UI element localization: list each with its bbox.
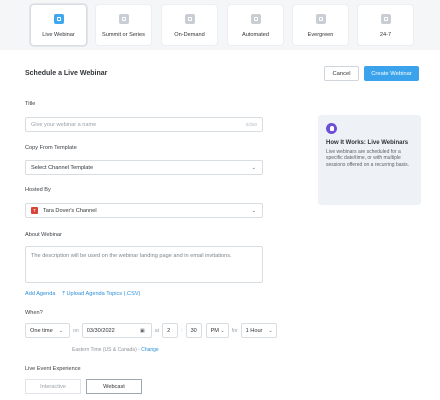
type-card-label: Evergreen (307, 32, 334, 38)
experience-label: Live Event Experience (25, 366, 81, 372)
calendar-icon: ▣ (140, 328, 145, 334)
recurrence-select[interactable]: One time ⌄ (25, 323, 70, 338)
minute-value: 30 (190, 327, 197, 334)
copy-template-value: Select Channel Template (31, 164, 94, 171)
lightbulb-icon (326, 123, 337, 134)
timezone-text: Eastern Time (US & Canada) - (72, 347, 140, 353)
info-card-title: How It Works: Live Webinars (326, 140, 409, 146)
evergreen-icon (315, 14, 326, 24)
automated-icon (250, 14, 261, 24)
cancel-button[interactable]: Cancel (324, 66, 359, 81)
hour-value: 2 (167, 327, 171, 334)
duration-value: 1 Hour (245, 327, 263, 334)
ampm-select[interactable]: PM ⌄ (205, 323, 229, 338)
date-value: 03/30/2022 (86, 327, 115, 334)
chevron-down-icon: ⌄ (268, 328, 273, 334)
info-card-text: Live webinars are scheduled for a specif… (326, 149, 410, 168)
when-row: One time ⌄ on 03/30/2022 ▣ at 2 : 30 PM … (25, 323, 277, 338)
ampm-value: PM (210, 327, 219, 334)
type-card-automated[interactable]: Automated (227, 4, 284, 46)
experience-option-webcast[interactable]: Webcast (86, 379, 142, 394)
time-colon: : (181, 327, 183, 334)
chevron-down-icon: ⌄ (220, 328, 225, 334)
title-input[interactable]: Give your webinar a name 0/250 (25, 117, 263, 132)
when-label: When? (25, 310, 43, 316)
experience-toggle: Interactive Webcast (25, 379, 142, 394)
type-card-label: 24-7 (379, 32, 392, 38)
chevron-down-icon: ⌄ (251, 165, 256, 171)
type-card-label: On-Demand (174, 32, 205, 38)
type-card-label: Summit or Series (102, 32, 145, 38)
on-demand-icon (184, 14, 195, 24)
about-webinar-label: About Webinar (25, 232, 62, 238)
event-type-bar: Live Webinar Summit or Series On-Demand … (0, 0, 440, 50)
date-input[interactable]: 03/30/2022 ▣ (81, 323, 152, 338)
type-card-live-webinar[interactable]: Live Webinar (30, 4, 87, 46)
recurrence-value: One time (30, 327, 53, 334)
hour-input[interactable]: 2 (162, 323, 179, 338)
type-card-summit-series[interactable]: Summit or Series (95, 4, 152, 46)
experience-option-interactive[interactable]: Interactive (25, 379, 81, 394)
copy-template-select[interactable]: Select Channel Template ⌄ (25, 160, 263, 175)
title-placeholder: Give your webinar a name (31, 121, 97, 128)
type-card-label: Automated (241, 32, 270, 38)
title-char-counter: 0/250 (245, 122, 257, 127)
add-agenda-link[interactable]: Add Agenda (25, 291, 55, 298)
chevron-down-icon: ⌄ (251, 208, 256, 214)
agenda-links: Add Agenda ⤒ Upload Agenda Topics (.CSV) (25, 291, 140, 298)
timezone-change-link[interactable]: Change (141, 347, 159, 353)
clock-icon (380, 14, 391, 24)
chevron-down-icon: ⌄ (58, 328, 63, 334)
channel-avatar: T (31, 207, 38, 214)
type-card-label: Live Webinar (42, 32, 75, 38)
for-text: for (231, 327, 238, 334)
title-label: Title (25, 101, 36, 107)
upload-agenda-label: Upload Agenda Topics (.CSV) (66, 291, 141, 297)
about-webinar-textarea[interactable]: The description will be used on the webi… (25, 246, 263, 283)
type-card-24-7[interactable]: 24-7 (357, 4, 414, 46)
at-text: at (154, 327, 160, 334)
live-icon (53, 14, 64, 24)
type-card-evergreen[interactable]: Evergreen (292, 4, 349, 46)
create-webinar-button[interactable]: Create Webinar (364, 66, 419, 81)
how-it-works-card: How It Works: Live Webinars Live webinar… (318, 115, 421, 205)
page-title: Schedule a Live Webinar (25, 70, 108, 77)
summit-icon (118, 14, 129, 24)
on-text: on (73, 327, 79, 334)
hosted-by-select[interactable]: T Tara Dover's Channel ⌄ (25, 203, 263, 218)
duration-select[interactable]: 1 Hour ⌄ (240, 323, 277, 338)
copy-template-label: Copy From Template (25, 145, 77, 151)
upload-agenda-link[interactable]: ⤒ Upload Agenda Topics (.CSV) (62, 291, 140, 298)
minute-input[interactable]: 30 (185, 323, 202, 338)
about-placeholder: The description will be used on the webi… (31, 253, 232, 259)
hosted-by-label: Hosted By (25, 187, 51, 193)
timezone-line: Eastern Time (US & Canada) - Change (72, 347, 159, 353)
type-card-on-demand[interactable]: On-Demand (161, 4, 218, 46)
hosted-by-value: Tara Dover's Channel (43, 207, 97, 214)
